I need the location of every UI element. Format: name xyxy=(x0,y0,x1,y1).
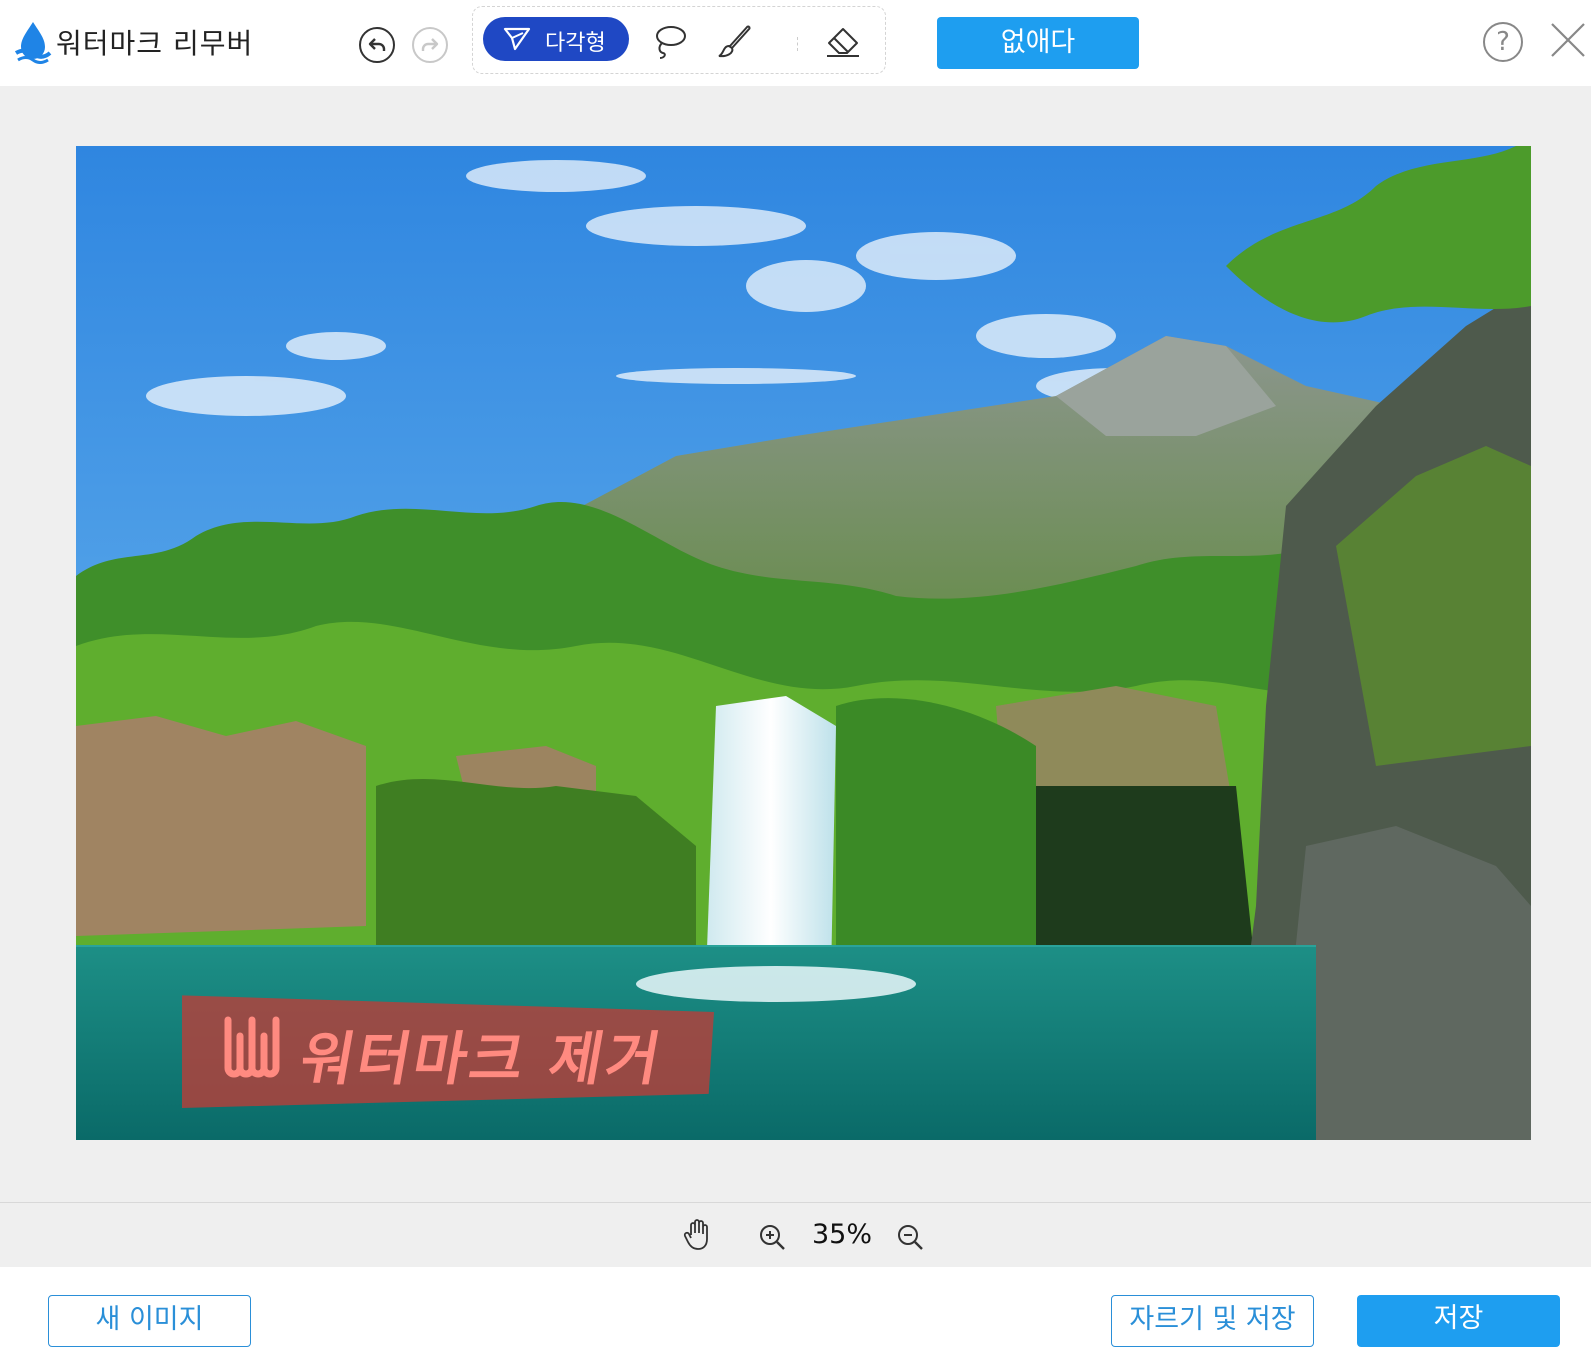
undo-button[interactable] xyxy=(359,27,395,63)
watermark-text: 워터마크 제거 xyxy=(295,1025,669,1093)
help-button[interactable]: ? xyxy=(1483,22,1523,62)
tool-divider xyxy=(797,37,799,51)
crop-and-save-button[interactable]: 자르기 및 저장 xyxy=(1111,1295,1314,1347)
hand-pan-icon[interactable] xyxy=(683,1219,713,1251)
app-logo-icon xyxy=(14,22,52,64)
eraser-icon[interactable] xyxy=(823,21,863,61)
zoom-bar: 35% xyxy=(0,1203,1591,1267)
brush-icon[interactable] xyxy=(715,21,755,61)
app-title: 워터마크 리무버 xyxy=(56,27,254,60)
bottom-action-bar: 새 이미지 자르기 및 저장 저장 xyxy=(0,1267,1591,1364)
redo-icon xyxy=(421,38,439,51)
image-canvas[interactable]: 워터마크 제거 xyxy=(76,146,1531,1140)
polygon-tool-label: 다각형 xyxy=(545,31,606,56)
selection-tool-group: 다각형 xyxy=(472,6,886,74)
zoom-in-icon[interactable] xyxy=(757,1222,787,1252)
top-toolbar: 워터마크 리무버 다각형 없애다 ? xyxy=(0,0,1591,86)
polygon-tool-button[interactable]: 다각형 xyxy=(483,17,629,61)
redo-button[interactable] xyxy=(412,27,448,63)
zoom-out-icon[interactable] xyxy=(895,1222,925,1252)
polygon-icon xyxy=(503,27,531,51)
lasso-icon[interactable] xyxy=(649,21,689,61)
landscape-photo xyxy=(76,146,1531,1140)
save-button[interactable]: 저장 xyxy=(1357,1295,1560,1347)
zoom-level: 35% xyxy=(812,1219,873,1250)
close-icon[interactable] xyxy=(1548,20,1588,60)
new-image-button[interactable]: 새 이미지 xyxy=(48,1295,251,1347)
remove-button[interactable]: 없애다 xyxy=(937,17,1139,69)
image-workspace: 워터마크 제거 xyxy=(0,86,1591,1203)
undo-icon xyxy=(368,38,386,51)
watermark-logo-icon xyxy=(224,1016,280,1078)
